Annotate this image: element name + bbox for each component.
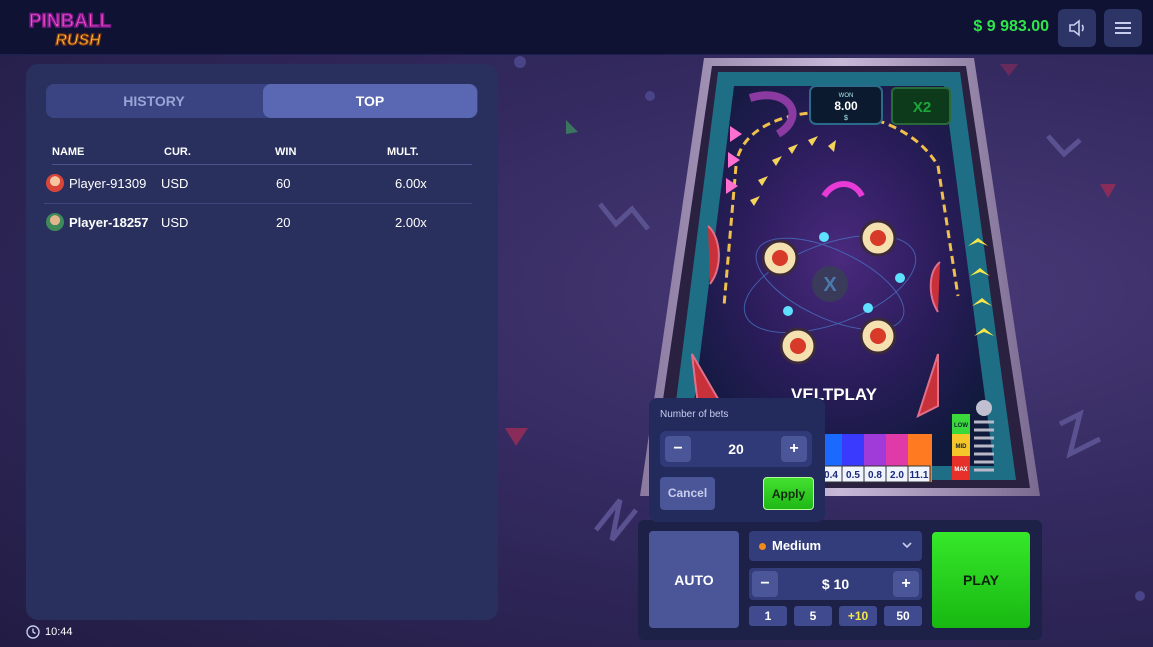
bet-amount-stepper: − $ 10 + [749,568,922,600]
column-multiplier: MULT. [387,146,419,158]
menu-button[interactable] [1104,9,1142,47]
risk-indicator: LOW MID MAX [952,414,970,480]
quick-bet-button[interactable]: 5 [794,606,832,626]
cancel-button[interactable]: Cancel [660,477,715,510]
column-currency: CUR. [164,146,191,158]
bucket-value: 11.1 [910,470,929,481]
svg-text:X: X [823,274,837,296]
clock: 10:44 [26,625,73,639]
won-value: 8.00 [834,99,858,113]
risk-label: Medium [772,538,822,553]
risk-dot-icon [759,543,766,550]
avatar [46,213,64,231]
leaderboard-panel: HISTORY TOP NAME CUR. WIN MULT. Player-9… [26,64,498,620]
player-win: 60 [276,176,291,191]
bucket-value: 0.8 [868,470,882,481]
quick-bet-button[interactable]: +10 [839,606,877,626]
game-logo: PINBALL RUSH [12,8,128,49]
player-win: 20 [276,215,291,230]
sound-button[interactable] [1058,9,1096,47]
auto-button[interactable]: AUTO [649,531,739,628]
bets-increase-button[interactable]: + [781,436,807,462]
multiplier-badge: X2 [913,99,931,116]
player-multiplier: 2.00x [395,215,427,230]
table-row: Player-91309 USD 60 6.00x [44,165,472,204]
bucket-row: 0.4 0.5 0.8 2.0 11.1 [819,434,932,483]
game-controls: AUTO Medium − $ 10 + 1 5 +10 50 PLAY [638,520,1042,640]
player-name: Player-91309 [69,176,147,191]
number-of-bets-label: Number of bets [660,409,729,420]
quick-bet-button[interactable]: 1 [749,606,787,626]
quick-bet-button[interactable]: 50 [884,606,922,626]
column-name: NAME [52,146,85,158]
risk-mid: MID [956,444,968,450]
balance: $ 9 983.00 [973,18,1049,35]
apply-button[interactable]: Apply [763,477,814,510]
clock-icon [26,625,40,639]
tab-history[interactable]: HISTORY [46,84,262,118]
number-of-bets-stepper: − 20 + [660,431,812,467]
logo-line2: RUSH [55,32,101,48]
avatar [46,174,64,192]
tab-top[interactable]: TOP [263,84,477,118]
column-win: WIN [275,146,297,158]
speaker-icon [1069,19,1084,37]
bucket-value: 2.0 [890,470,904,481]
bucket-value: 0.4 [824,470,838,481]
auto-bet-popup: Number of bets − 20 + Cancel Apply [649,398,825,522]
logo-line1: PINBALL [29,11,112,32]
table-row: Player-18257 USD 20 2.00x [44,204,472,242]
player-name: Player-18257 [69,215,149,230]
risk-max: MAX [954,467,967,473]
leaderboard-tabs: HISTORY TOP [46,84,478,118]
bucket-value: 0.5 [846,470,860,481]
clock-time: 10:44 [45,626,73,638]
top-bar: PINBALL RUSH $ 9 983.00 [0,0,1153,55]
bet-increase-button[interactable]: + [893,571,919,597]
hamburger-menu-icon [1115,22,1131,34]
chevron-down-icon [902,542,912,549]
table-header: NAME CUR. WIN MULT. [52,146,472,165]
player-multiplier: 6.00x [395,176,427,191]
risk-select[interactable]: Medium [749,531,922,561]
play-button[interactable]: PLAY [932,532,1030,628]
player-currency: USD [161,176,189,191]
player-currency: USD [161,215,189,230]
won-currency: $ [844,115,848,122]
risk-low: LOW [954,423,968,429]
